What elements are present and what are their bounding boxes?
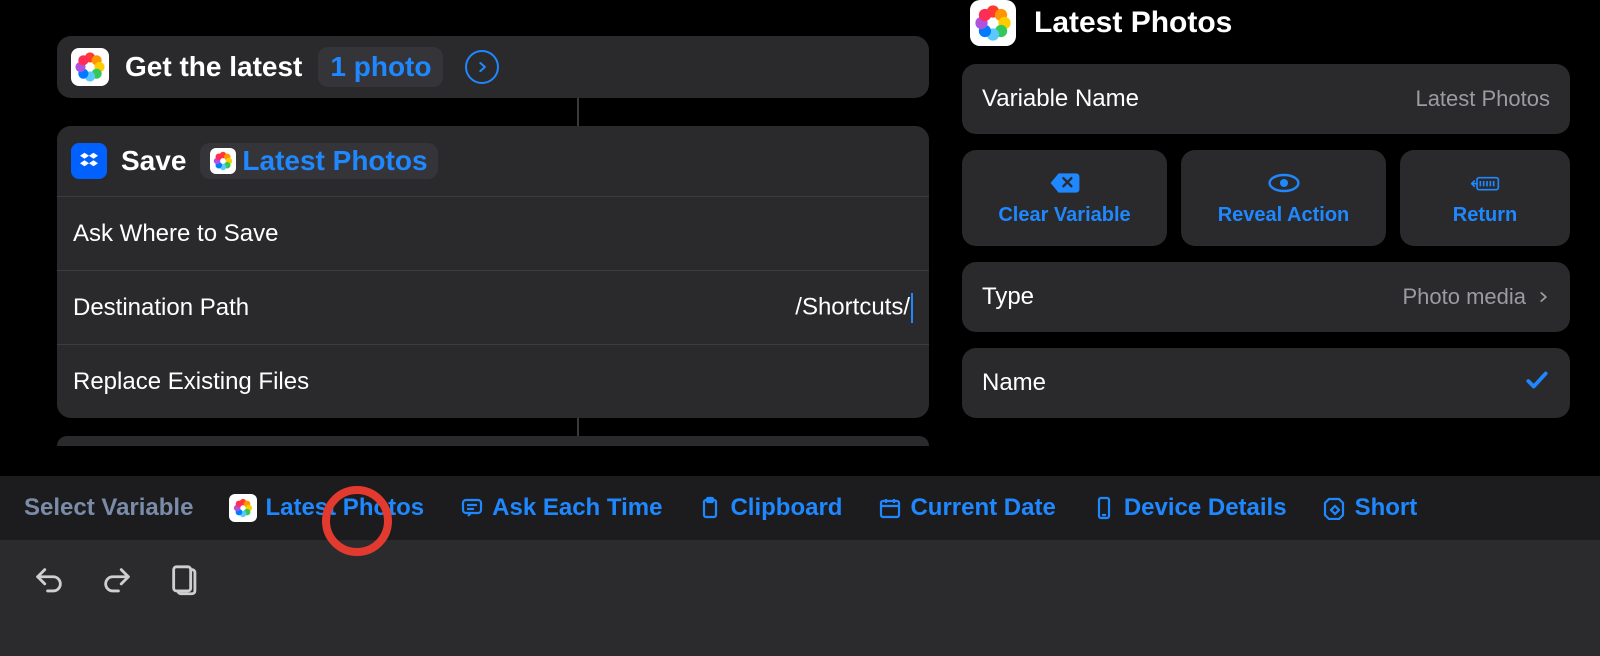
device-icon: [1092, 496, 1116, 520]
variable-suggestions-bar: Select Variable Latest Photos Ask Each T…: [0, 476, 1600, 540]
panel-button-row: Clear Variable Reveal Action Return: [962, 150, 1570, 246]
row-dest-label: Destination Path: [73, 294, 249, 322]
action-get-prefix: Get the latest: [125, 51, 302, 83]
connector-line: [577, 98, 579, 126]
photo-count-pill[interactable]: 1 photo: [318, 47, 443, 87]
panel-title: Latest Photos: [1034, 6, 1232, 40]
variable-inspector-panel: Latest Photos Variable Name Latest Photo…: [962, 0, 1570, 434]
keyboard-toolbar: [0, 540, 1600, 656]
varbar-device-details[interactable]: Device Details: [1092, 494, 1287, 522]
paste-button[interactable]: [168, 564, 202, 603]
clear-variable-button[interactable]: Clear Variable: [962, 150, 1167, 246]
chevron-right-icon: [1536, 287, 1550, 307]
photos-app-icon: [229, 494, 257, 522]
row-replace-label: Replace Existing Files: [73, 368, 309, 396]
row-type[interactable]: Type Photo media: [962, 262, 1570, 332]
expand-action-icon[interactable]: [465, 50, 499, 84]
name-label: Name: [982, 369, 1046, 397]
row-replace-existing[interactable]: Replace Existing Files: [57, 344, 929, 418]
row-destination-path[interactable]: Destination Path /Shortcuts/: [57, 270, 929, 344]
photos-app-icon: [210, 148, 236, 174]
row-variable-name[interactable]: Variable Name Latest Photos: [962, 64, 1570, 134]
save-verb: Save: [121, 145, 186, 177]
varbar-shortcut-input[interactable]: Short: [1323, 494, 1418, 522]
row-ask-where-to-save[interactable]: Ask Where to Save: [57, 196, 929, 270]
photos-app-icon: [970, 0, 1016, 46]
photos-app-icon: [71, 48, 109, 86]
row-name[interactable]: Name: [962, 348, 1570, 418]
clipboard-icon: [698, 496, 722, 520]
return-label: Return: [1453, 204, 1517, 227]
varname-value: Latest Photos: [1415, 86, 1550, 112]
reveal-action-button[interactable]: Reveal Action: [1181, 150, 1386, 246]
varbar-latest-photos[interactable]: Latest Photos: [229, 494, 424, 522]
panel-section-type: Type Photo media: [962, 262, 1570, 332]
action-get-latest-photos[interactable]: Get the latest 1 photo: [57, 36, 929, 98]
panel-section-varname: Variable Name Latest Photos: [962, 64, 1570, 134]
reveal-action-label: Reveal Action: [1218, 204, 1350, 227]
row-dest-value[interactable]: /Shortcuts/: [795, 293, 913, 323]
panel-section-name: Name: [962, 348, 1570, 418]
next-action-peek: [57, 436, 929, 446]
varbar-ask-each-time[interactable]: Ask Each Time: [460, 494, 662, 522]
action-save-dropbox: Save Latest Photos Ask Where to Save Des…: [57, 126, 929, 418]
shortcuts-icon: [1323, 496, 1347, 520]
redo-button[interactable]: [100, 564, 134, 603]
varbar-clipboard[interactable]: Clipboard: [698, 494, 842, 522]
clear-variable-label: Clear Variable: [998, 204, 1130, 227]
varbar-current-date[interactable]: Current Date: [878, 494, 1055, 522]
dropbox-icon: [71, 143, 107, 179]
save-input-token-label: Latest Photos: [242, 145, 427, 177]
select-variable-button[interactable]: Select Variable: [24, 494, 193, 522]
type-value: Photo media: [1402, 284, 1550, 310]
panel-header: Latest Photos: [962, 0, 1570, 64]
save-input-token[interactable]: Latest Photos: [200, 143, 437, 179]
undo-button[interactable]: [32, 564, 66, 603]
return-button[interactable]: Return: [1400, 150, 1570, 246]
text-cursor: [911, 293, 913, 323]
workflow-actions: Get the latest 1 photo Save: [57, 36, 929, 446]
action-save-header[interactable]: Save Latest Photos: [57, 126, 929, 196]
connector-line: [577, 418, 579, 436]
checkmark-icon: [1524, 367, 1550, 400]
message-icon: [460, 496, 484, 520]
calendar-icon: [878, 496, 902, 520]
row-ask-where-label: Ask Where to Save: [73, 220, 278, 248]
type-label: Type: [982, 283, 1034, 311]
varname-label: Variable Name: [982, 85, 1139, 113]
